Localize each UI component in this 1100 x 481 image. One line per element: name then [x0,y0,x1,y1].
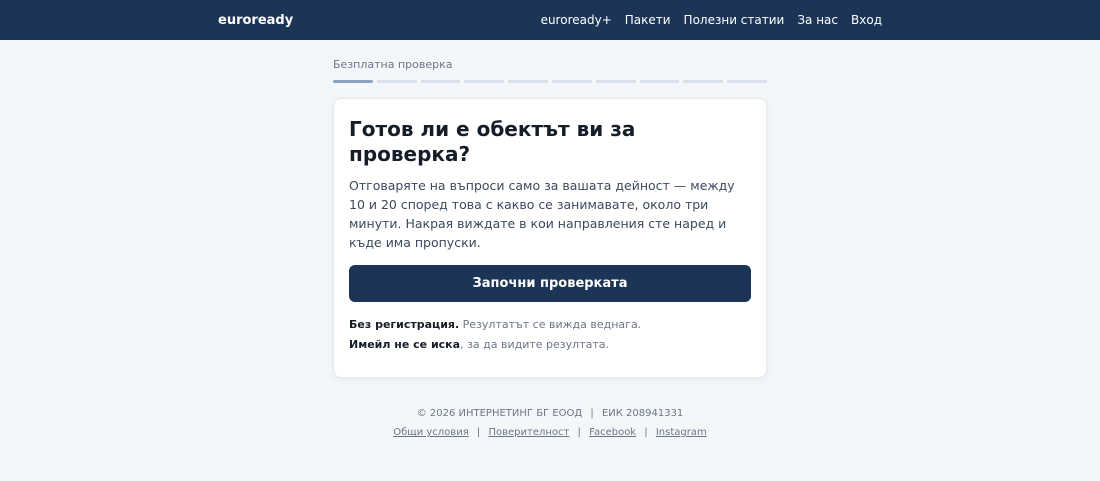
footer-copyright: © 2026 ИНТЕРНЕТИНГ БГ ЕООД [416,408,583,419]
footer-link-instagram[interactable]: Instagram [656,427,707,438]
note-no-registration-text: Резултатът се вижда веднага. [459,318,642,331]
progress-segment [595,80,636,83]
nav-link-login[interactable]: Вход [851,13,882,27]
nav-link-packages[interactable]: Пакети [625,13,671,27]
top-nav-bar: euroready euroready+ Пакети Полезни стат… [0,0,1100,40]
footer-link-privacy[interactable]: Поверителност [488,427,569,438]
main-content: Безплатна проверка Готов ли е обектът ви… [333,40,767,438]
footer-links: Общи условия | Поверителност | Facebook … [333,427,767,438]
note-no-email: Имейл не се иска, за да видите резултата… [349,335,751,355]
progress-segment [683,80,724,83]
nav-link-articles[interactable]: Полезни статии [684,13,785,27]
progress-segment [333,80,373,83]
intro-card: Готов ли е обектът ви за проверка? Отгов… [333,98,767,378]
note-no-email-text: , за да видите резултата. [460,338,609,351]
main-nav: euroready+ Пакети Полезни статии За нас … [541,13,882,27]
progress-segment [639,80,680,83]
start-check-button[interactable]: Започни проверката [349,265,751,302]
footer-link-facebook[interactable]: Facebook [589,427,636,438]
nav-link-euroready-plus[interactable]: euroready+ [541,13,612,27]
note-no-email-bold: Имейл не се иска [349,338,461,351]
progress-segment [727,80,767,83]
footer-separator: | [577,427,581,438]
footer-separator: | [590,408,594,419]
footer-separator: | [476,427,481,438]
nav-link-about[interactable]: За нас [797,13,838,27]
footer-legal: © 2026 ИНТЕРНЕТИНГ БГ ЕООД | ЕИК 2089413… [333,408,767,419]
brand-logo[interactable]: euroready [218,13,293,28]
progress-segment [464,80,505,83]
progress-bar [333,80,767,83]
note-no-registration-bold: Без регистрация. [349,318,460,331]
progress-segment [376,80,417,83]
step-label: Безплатна проверка [333,58,453,71]
footer-separator: | [644,427,648,438]
card-description: Отговаряте на въпроси само за вашата дей… [349,178,735,250]
progress-segment [508,80,548,83]
footer-company-id: ЕИК 208941331 [601,408,684,419]
note-no-registration: Без регистрация. Резултатът се вижда вед… [349,315,751,335]
progress-segment [420,80,461,83]
progress-segment [551,80,592,83]
footer: © 2026 ИНТЕРНЕТИНГ БГ ЕООД | ЕИК 2089413… [333,378,767,438]
card-title: Готов ли е обектът ви за проверка? [349,117,636,166]
footer-link-terms[interactable]: Общи условия [393,427,468,438]
